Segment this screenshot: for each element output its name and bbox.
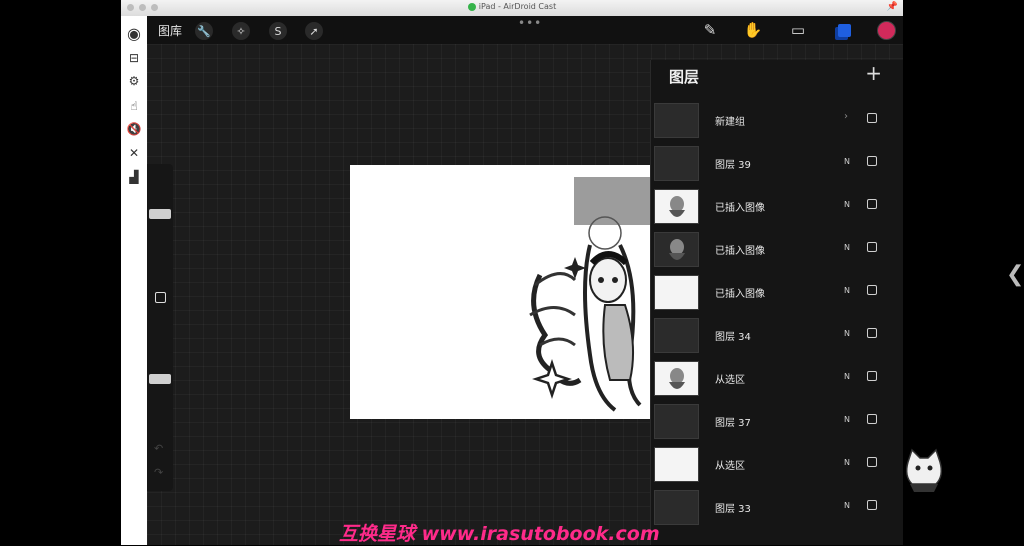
procreate-topbar: 图库 🔧 ✧ S ➚ ••• ✎ ✋ ▭ [147,16,903,44]
brush-size-slider[interactable] [149,209,171,219]
plus-icon[interactable]: + [865,61,882,85]
pip-icon[interactable]: ▟ [125,168,143,186]
watermark-text: 互换星球 www.irasutobook.com [339,523,660,545]
airdroid-cast-window: iPad - AirDroid Cast 📌 ◉ ⊟ ⚙ ☝ 🔇 ✕ ▟ 图库 … [121,0,903,545]
visibility-checkbox[interactable] [867,414,877,424]
layer-thumbnail [654,361,699,396]
settings-gear-icon[interactable]: ⚙ [125,72,143,90]
wrench-icon[interactable]: 🔧 [195,22,213,40]
blend-mode-label[interactable]: N [844,372,850,381]
layer-thumbnail [654,490,699,525]
blend-mode-label[interactable]: N [844,243,850,252]
blend-mode-label[interactable]: N [844,200,850,209]
blend-mode-label[interactable]: N [844,157,850,166]
expand-chevron-icon[interactable]: ❮ [1006,262,1024,287]
layer-name: 图层 33 [715,504,751,515]
layer-name: 新建组 [715,117,745,128]
smudge-icon[interactable]: ✋ [743,20,763,40]
layer-row[interactable]: 已插入图像 N [651,229,903,270]
layers-icon[interactable] [834,20,854,40]
more-dots-icon[interactable]: ••• [518,16,542,30]
layer-thumbnail [654,103,699,138]
airdroid-icon [467,2,476,11]
transform-arrow-icon[interactable]: ➚ [305,22,323,40]
cast-toolbar: ◉ ⊟ ⚙ ☝ 🔇 ✕ ▟ [121,16,147,545]
selection-icon[interactable]: S [269,22,287,40]
layer-row[interactable]: 新建组 › [651,100,903,141]
visibility-checkbox[interactable] [867,500,877,510]
layer-name: 图层 37 [715,418,751,429]
speaker-mute-icon[interactable]: 🔇 [125,120,143,138]
ipad-screen: 图库 🔧 ✧ S ➚ ••• ✎ ✋ ▭ ↶ ↷ 图层 + 新建组 › 图层 3… [147,16,903,545]
layer-row[interactable]: 图层 33 N [651,487,903,528]
window-titlebar: iPad - AirDroid Cast 📌 [121,0,903,17]
blend-mode-label[interactable]: N [844,458,850,467]
touch-control-icon[interactable]: ☝ [125,97,143,115]
blend-mode-label[interactable]: N [844,329,850,338]
layer-name: 图层 34 [715,332,751,343]
drawing-canvas[interactable] [350,165,652,419]
angel-girl-sketch [529,216,642,412]
layer-row[interactable]: 已插入图像 N [651,272,903,313]
brush-sidebar: ↶ ↷ [147,164,173,491]
layer-thumbnail [654,146,699,181]
window-title: iPad - AirDroid Cast [478,2,557,11]
layer-row[interactable]: 从选区 N [651,444,903,485]
undo-icon[interactable]: ↶ [154,442,163,455]
layer-row[interactable]: 图层 37 N [651,401,903,442]
layer-name: 从选区 [715,375,745,386]
layer-thumbnail [654,318,699,353]
visibility-checkbox[interactable] [867,156,877,166]
gallery-button[interactable]: 图库 [158,22,182,39]
visibility-checkbox[interactable] [867,371,877,381]
group-chevron-icon[interactable]: › [844,111,848,122]
user-icon[interactable]: ◉ [125,24,143,43]
redo-icon[interactable]: ↷ [154,466,163,479]
blend-mode-label[interactable]: N [844,501,850,510]
visibility-checkbox[interactable] [867,113,877,123]
visibility-checkbox[interactable] [867,457,877,467]
modify-button[interactable] [151,289,169,305]
layer-name: 已插入图像 [715,203,765,214]
layer-row[interactable]: 已插入图像 N [651,186,903,227]
layer-row[interactable]: 从选区 N [651,358,903,399]
layers-panel: 图层 + 新建组 › 图层 39 N 已插入图像 N 已插入图像 N 已插入图像 N 图层 34 N 从… [650,60,903,545]
layer-thumbnail [654,447,699,482]
layer-thumbnail [654,232,699,267]
layer-name: 从选区 [715,461,745,472]
layers-title: 图层 [669,68,700,86]
layer-thumbnail [654,404,699,439]
opacity-slider[interactable] [149,374,171,384]
pin-icon[interactable]: 📌 [887,2,898,12]
eraser-icon[interactable]: ▭ [788,20,808,40]
layer-thumbnail [654,275,699,310]
color-swatch[interactable] [876,20,896,40]
layer-name: 图层 39 [715,160,751,171]
visibility-checkbox[interactable] [867,285,877,295]
blend-mode-label[interactable]: N [844,286,850,295]
screen-record-icon[interactable]: ⊟ [125,49,143,67]
visibility-checkbox[interactable] [867,328,877,338]
layer-name: 已插入图像 [715,246,765,257]
mic-mute-icon[interactable]: ✕ [125,144,143,162]
layer-row[interactable]: 图层 39 N [651,143,903,184]
cat-mascot-icon [905,448,943,492]
layer-thumbnail [654,189,699,224]
magic-wand-icon[interactable]: ✧ [232,22,250,40]
layer-name: 已插入图像 [715,289,765,300]
visibility-checkbox[interactable] [867,242,877,252]
visibility-checkbox[interactable] [867,199,877,209]
layer-row[interactable]: 图层 34 N [651,315,903,356]
brush-icon[interactable]: ✎ [700,20,720,40]
blend-mode-label[interactable]: N [844,415,850,424]
